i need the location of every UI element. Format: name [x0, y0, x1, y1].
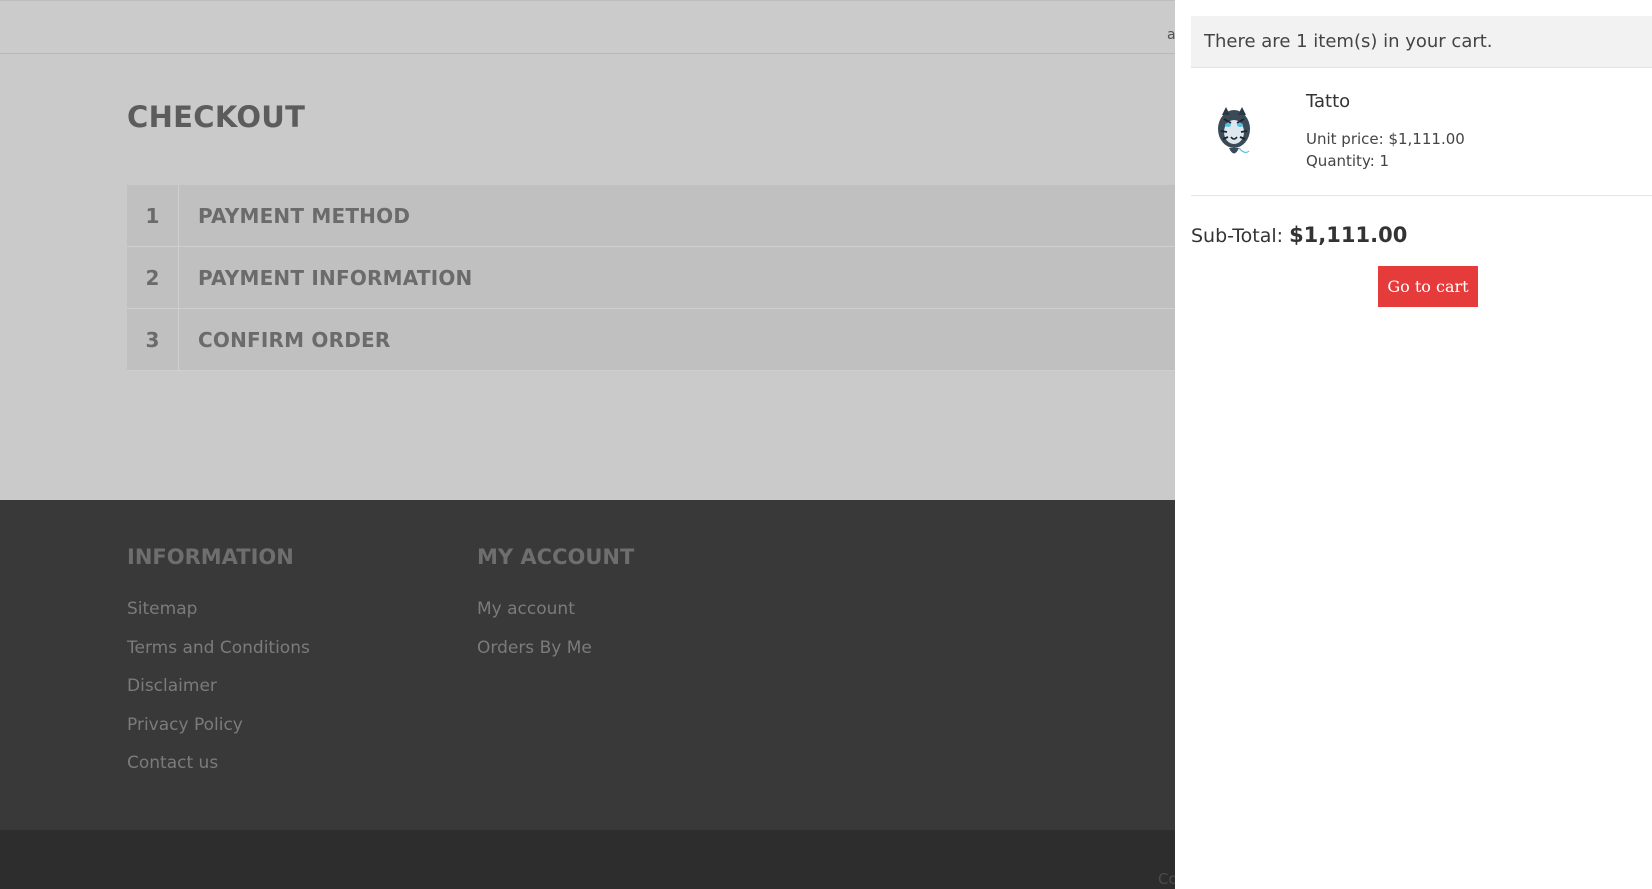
- footer-link-orders[interactable]: Orders By Me: [477, 638, 634, 677]
- cart-flyout: There are 1 item(s) in your cart. Tatto …: [1175, 0, 1652, 889]
- footer-link-my-account[interactable]: My account: [477, 599, 634, 638]
- cart-item: Tatto Unit price: $1,111.00 Quantity: 1: [1191, 69, 1652, 196]
- footer-heading: MY ACCOUNT: [477, 545, 635, 569]
- footer-heading: INFORMATION: [127, 545, 294, 569]
- item-unit-price: Unit price: $1,111.00: [1306, 130, 1465, 148]
- step-label: PAYMENT METHOD: [198, 203, 411, 228]
- footer-information-column: INFORMATION Sitemap Terms and Conditions…: [127, 545, 310, 792]
- item-quantity: Quantity: 1: [1306, 152, 1390, 170]
- cart-summary: There are 1 item(s) in your cart.: [1191, 16, 1652, 68]
- footer-link-terms[interactable]: Terms and Conditions: [127, 638, 310, 677]
- item-name[interactable]: Tatto: [1306, 91, 1350, 112]
- footer-link-privacy[interactable]: Privacy Policy: [127, 715, 310, 754]
- footer-link-disclaimer[interactable]: Disclaimer: [127, 676, 310, 715]
- tiger-tattoo-image[interactable]: [1209, 99, 1259, 165]
- footer-link-sitemap[interactable]: Sitemap: [127, 599, 310, 638]
- step-label: PAYMENT INFORMATION: [198, 265, 473, 290]
- footer-account-column: MY ACCOUNT My account Orders By Me: [477, 545, 634, 676]
- cart-subtotal: Sub-Total: $1,111.00: [1191, 223, 1407, 247]
- step-label: CONFIRM ORDER: [198, 327, 391, 352]
- subtotal-label: Sub-Total:: [1191, 225, 1284, 247]
- subtotal-value: $1,111.00: [1289, 223, 1408, 247]
- page-title: CHECKOUT: [127, 100, 306, 134]
- step-number: 1: [127, 185, 179, 246]
- step-number: 2: [127, 247, 179, 308]
- footer-link-contact[interactable]: Contact us: [127, 753, 310, 792]
- go-to-cart-button[interactable]: Go to cart: [1378, 266, 1478, 307]
- step-number: 3: [127, 309, 179, 370]
